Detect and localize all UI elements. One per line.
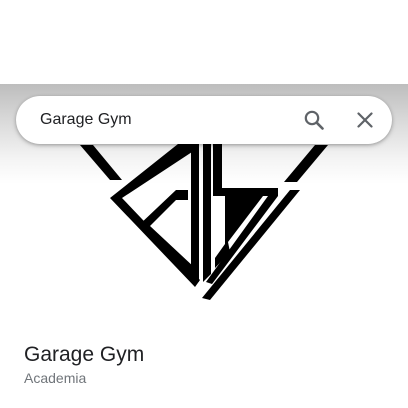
close-icon[interactable] (353, 108, 377, 132)
place-card: Garage Gym Garage Gym Academia (0, 0, 408, 408)
place-category: Academia (24, 370, 87, 386)
search-bar: Garage Gym (16, 96, 392, 144)
search-icon[interactable] (302, 108, 326, 132)
place-title: Garage Gym (24, 343, 145, 366)
search-input[interactable]: Garage Gym (40, 96, 132, 144)
